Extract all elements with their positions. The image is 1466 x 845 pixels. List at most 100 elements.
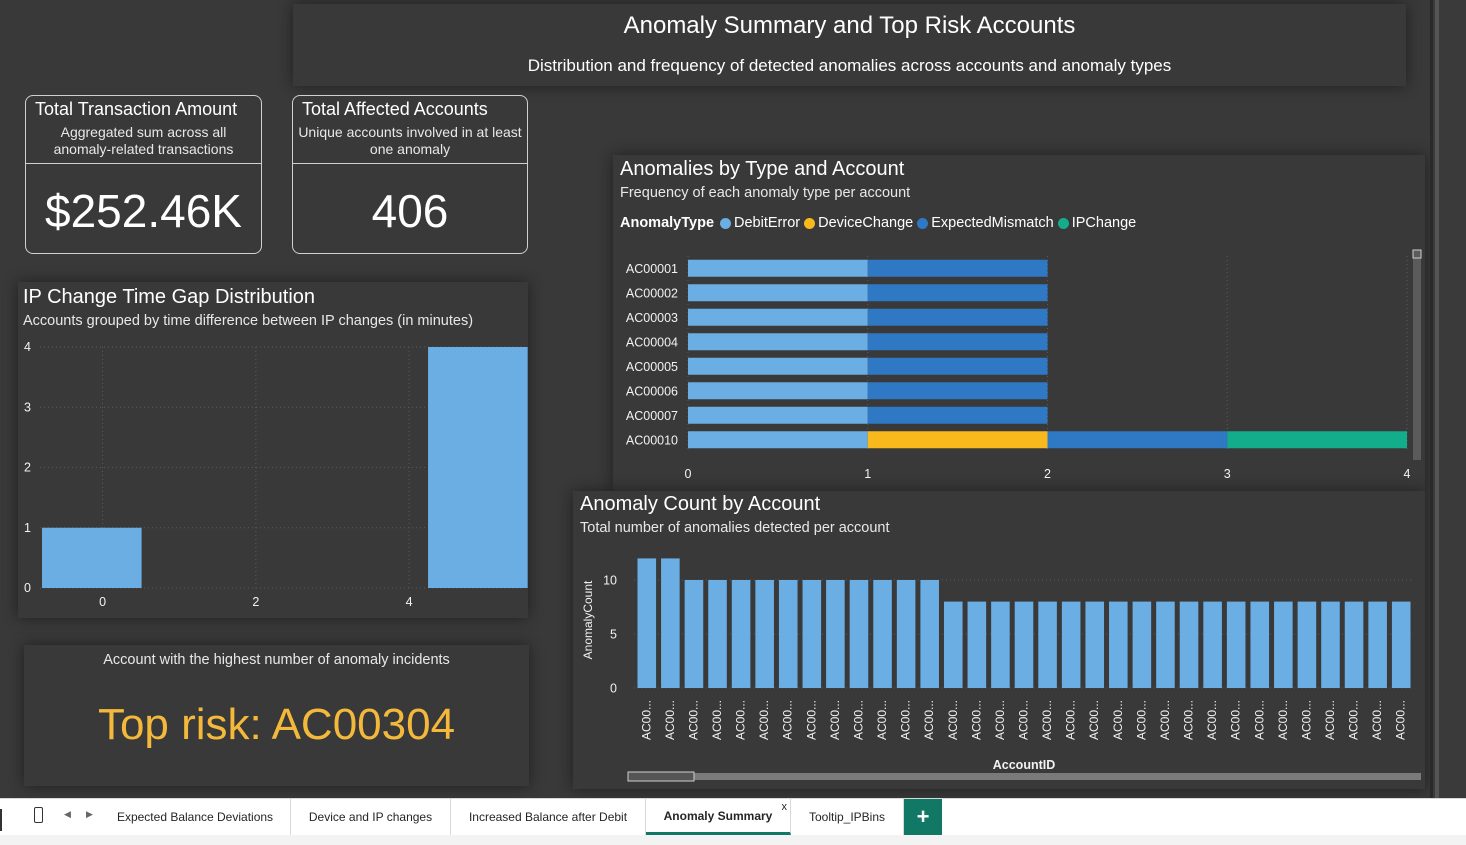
bar-segment[interactable] bbox=[867, 357, 1048, 375]
x-tick-label: AC00... bbox=[969, 700, 983, 740]
bar[interactable] bbox=[1038, 601, 1057, 688]
bar[interactable] bbox=[661, 558, 680, 688]
bar[interactable] bbox=[1014, 601, 1034, 688]
horizontal-scrollbar-track[interactable] bbox=[628, 773, 1421, 780]
y-tick-label: AC00004 bbox=[626, 335, 678, 349]
bar[interactable] bbox=[991, 601, 1010, 688]
x-tick-label: AC00... bbox=[757, 700, 771, 740]
close-tab-icon[interactable]: x bbox=[782, 801, 788, 813]
bar[interactable] bbox=[42, 527, 142, 588]
y-axis-title: AnomalyCount bbox=[581, 580, 595, 659]
bar[interactable] bbox=[637, 558, 657, 688]
scrollbar-track[interactable] bbox=[1413, 250, 1421, 460]
y-tick-label: AC00007 bbox=[626, 409, 678, 423]
tab-anomaly-summary[interactable]: Anomaly Summary x bbox=[646, 799, 791, 835]
x-tick-label: 3 bbox=[1224, 467, 1231, 481]
bar-segment[interactable] bbox=[867, 382, 1048, 400]
y-tick-label: 0 bbox=[24, 581, 31, 595]
bar[interactable] bbox=[1297, 601, 1317, 688]
x-tick-label: AC00... bbox=[710, 700, 724, 740]
x-tick-label: 0 bbox=[685, 467, 692, 481]
report-canvas: Anomaly Summary and Top Risk Accounts Di… bbox=[0, 0, 1430, 798]
right-pane-edge bbox=[1430, 0, 1466, 798]
bar[interactable] bbox=[1132, 601, 1152, 688]
bar[interactable] bbox=[1109, 601, 1128, 688]
bar[interactable] bbox=[967, 601, 987, 688]
x-tick-label: AC00... bbox=[639, 700, 653, 740]
tab-increased-balance-after-debit[interactable]: Increased Balance after Debit bbox=[451, 799, 646, 835]
bar[interactable] bbox=[428, 347, 528, 588]
x-tick-label: AC00... bbox=[922, 700, 936, 740]
bar[interactable] bbox=[778, 580, 798, 688]
tab-next-arrow-icon[interactable]: ▶ bbox=[86, 809, 93, 820]
x-tick-label: AC00... bbox=[663, 700, 677, 740]
bar[interactable] bbox=[849, 580, 869, 688]
x-tick-label: AC00... bbox=[1394, 700, 1408, 740]
x-tick-label: AC00... bbox=[1111, 700, 1125, 740]
bar[interactable] bbox=[1344, 601, 1364, 688]
bar[interactable] bbox=[1156, 601, 1175, 688]
y-tick-label: 1 bbox=[24, 521, 31, 535]
bar-segment[interactable] bbox=[867, 431, 1048, 449]
tab-tooltip-ipbins[interactable]: Tooltip_IPBins bbox=[791, 799, 904, 835]
bar-segment[interactable] bbox=[867, 406, 1048, 424]
bar-segment[interactable] bbox=[688, 431, 868, 449]
bar-segment[interactable] bbox=[867, 259, 1048, 277]
bar[interactable] bbox=[920, 580, 939, 688]
bar[interactable] bbox=[684, 580, 704, 688]
bar[interactable] bbox=[1274, 601, 1293, 688]
x-tick-label: AC00... bbox=[781, 700, 795, 740]
x-tick-label: AC00... bbox=[875, 700, 889, 740]
page-tab-bar: ◀ ▶ Expected Balance Deviations Device a… bbox=[0, 798, 1466, 845]
y-tick-label: 0 bbox=[610, 682, 617, 696]
bar-segment[interactable] bbox=[867, 284, 1048, 302]
page-view-icon[interactable] bbox=[0, 809, 4, 831]
add-page-button[interactable]: + bbox=[904, 799, 942, 835]
y-tick-label: 3 bbox=[24, 400, 31, 414]
mobile-layout-icon[interactable] bbox=[34, 807, 43, 823]
x-tick-label: AC00... bbox=[1040, 700, 1054, 740]
bar-segment[interactable] bbox=[688, 406, 868, 424]
bar[interactable] bbox=[1203, 601, 1222, 688]
x-tick-label: AC00... bbox=[1323, 700, 1337, 740]
bar[interactable] bbox=[826, 580, 845, 688]
x-tick-label: AC00... bbox=[1087, 700, 1101, 740]
y-tick-label: 10 bbox=[603, 574, 617, 588]
y-tick-label: AC00005 bbox=[626, 360, 678, 374]
bar[interactable] bbox=[802, 580, 822, 688]
bar-segment[interactable] bbox=[1227, 431, 1407, 449]
bar-segment[interactable] bbox=[688, 284, 868, 302]
bar[interactable] bbox=[896, 580, 916, 688]
bar-segment[interactable] bbox=[867, 333, 1048, 351]
bar[interactable] bbox=[943, 601, 963, 688]
bar[interactable] bbox=[731, 580, 751, 688]
bar-segment[interactable] bbox=[688, 259, 868, 277]
bar[interactable] bbox=[1250, 601, 1270, 688]
bar[interactable] bbox=[1321, 601, 1340, 688]
tab-expected-balance-deviations[interactable]: Expected Balance Deviations bbox=[100, 799, 291, 835]
bar[interactable] bbox=[708, 580, 727, 688]
tab-device-and-ip-changes[interactable]: Device and IP changes bbox=[291, 799, 451, 835]
bar[interactable] bbox=[1391, 601, 1411, 688]
x-tick-label: AC00... bbox=[1299, 700, 1313, 740]
bar[interactable] bbox=[873, 580, 892, 688]
bar-segment[interactable] bbox=[1047, 431, 1228, 449]
bar[interactable] bbox=[1061, 601, 1081, 688]
bar-segment[interactable] bbox=[688, 357, 868, 375]
bar[interactable] bbox=[755, 580, 774, 688]
bar[interactable] bbox=[1179, 601, 1199, 688]
x-tick-label: AC00... bbox=[1347, 700, 1361, 740]
y-tick-label: AC00010 bbox=[626, 433, 678, 447]
charts-layer[interactable]: 0 1 2 3 4 0 2 4 0 1 2 3 4 AC00001 AC00002 AC00003 AC0000… bbox=[0, 0, 1430, 798]
bar-segment[interactable] bbox=[688, 333, 868, 351]
x-tick-label: AC00... bbox=[1134, 700, 1148, 740]
bar-segment[interactable] bbox=[688, 308, 868, 326]
bar[interactable] bbox=[1085, 601, 1105, 688]
bar-segment[interactable] bbox=[688, 382, 868, 400]
horizontal-scrollbar-thumb[interactable] bbox=[627, 771, 695, 782]
x-tick-label: AC00... bbox=[828, 700, 842, 740]
tab-prev-arrow-icon[interactable]: ◀ bbox=[64, 809, 71, 820]
bar[interactable] bbox=[1368, 601, 1387, 688]
bar-segment[interactable] bbox=[867, 308, 1048, 326]
bar[interactable] bbox=[1226, 601, 1246, 688]
